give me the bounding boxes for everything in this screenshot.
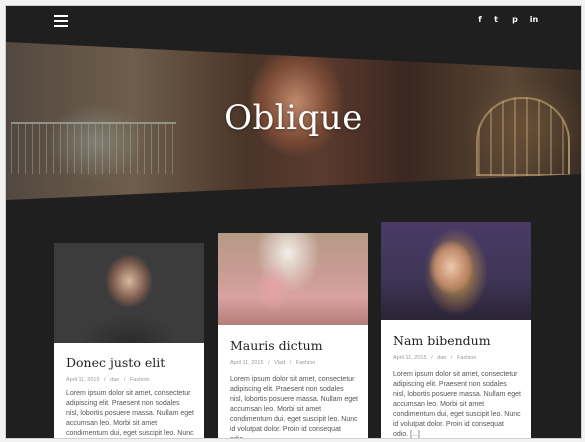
post-title[interactable]: Nam bibendum bbox=[393, 333, 491, 348]
twitter-icon[interactable]: t bbox=[490, 14, 502, 26]
linkedin-icon[interactable]: in bbox=[528, 14, 540, 26]
post-author-link[interactable]: dan bbox=[110, 377, 119, 383]
meta-separator: / bbox=[431, 355, 433, 361]
post-title[interactable]: Mauris dictum bbox=[230, 338, 323, 353]
meta-separator: / bbox=[104, 377, 106, 383]
post-thumbnail[interactable] bbox=[54, 243, 204, 343]
site-title[interactable]: Oblique bbox=[6, 98, 581, 138]
post-thumbnail[interactable] bbox=[381, 222, 531, 320]
post-meta: April 11, 2015 / Vlad / Fashion bbox=[230, 360, 318, 366]
pinterest-icon[interactable]: p bbox=[509, 14, 521, 26]
meta-separator: / bbox=[268, 360, 270, 366]
meta-separator: / bbox=[450, 355, 453, 361]
post-card-body: Nam bibendum April 11, 2015 / dan / Fash… bbox=[381, 320, 531, 438]
post-thumbnail[interactable] bbox=[218, 233, 368, 325]
screenshot-frame: f t p in Oblique Donec justo elit April … bbox=[0, 0, 585, 442]
post-title[interactable]: Donec justo elit bbox=[66, 355, 165, 370]
meta-separator: / bbox=[289, 360, 292, 366]
post-category-link[interactable]: Fashion bbox=[296, 360, 316, 366]
blog-page: f t p in Oblique Donec justo elit April … bbox=[5, 5, 582, 439]
post-author-link[interactable]: Vlad bbox=[274, 360, 285, 366]
post-author-link[interactable]: dan bbox=[437, 355, 446, 361]
post-excerpt: Lorem ipsum dolor sit amet, consectetur … bbox=[393, 371, 522, 438]
post-card-body: Donec justo elit April 11, 2015 / dan / … bbox=[54, 343, 204, 438]
post-meta: April 11, 2015 / dan / Fashion bbox=[66, 377, 153, 383]
meta-separator: / bbox=[123, 377, 126, 383]
facebook-icon[interactable]: f bbox=[474, 14, 486, 26]
menu-icon[interactable] bbox=[54, 15, 68, 27]
post-excerpt: Lorem ipsum dolor sit amet, consectetur … bbox=[66, 390, 195, 437]
post-date: April 11, 2015 bbox=[393, 355, 427, 361]
post-category-link[interactable]: Fashion bbox=[457, 355, 477, 361]
post-date: April 11, 2015 bbox=[230, 360, 264, 366]
post-date: April 11, 2015 bbox=[66, 377, 100, 383]
post-meta: April 11, 2015 / dan / Fashion bbox=[393, 355, 480, 361]
post-card: Donec justo elit April 11, 2015 / dan / … bbox=[54, 243, 204, 438]
post-card: Nam bibendum April 11, 2015 / dan / Fash… bbox=[381, 222, 531, 438]
post-category-link[interactable]: Fashion bbox=[130, 377, 150, 383]
post-card: Mauris dictum April 11, 2015 / Vlad / Fa… bbox=[218, 233, 368, 438]
post-excerpt: Lorem ipsum dolor sit amet, consectetur … bbox=[230, 376, 359, 438]
post-card-body: Mauris dictum April 11, 2015 / Vlad / Fa… bbox=[218, 325, 368, 438]
